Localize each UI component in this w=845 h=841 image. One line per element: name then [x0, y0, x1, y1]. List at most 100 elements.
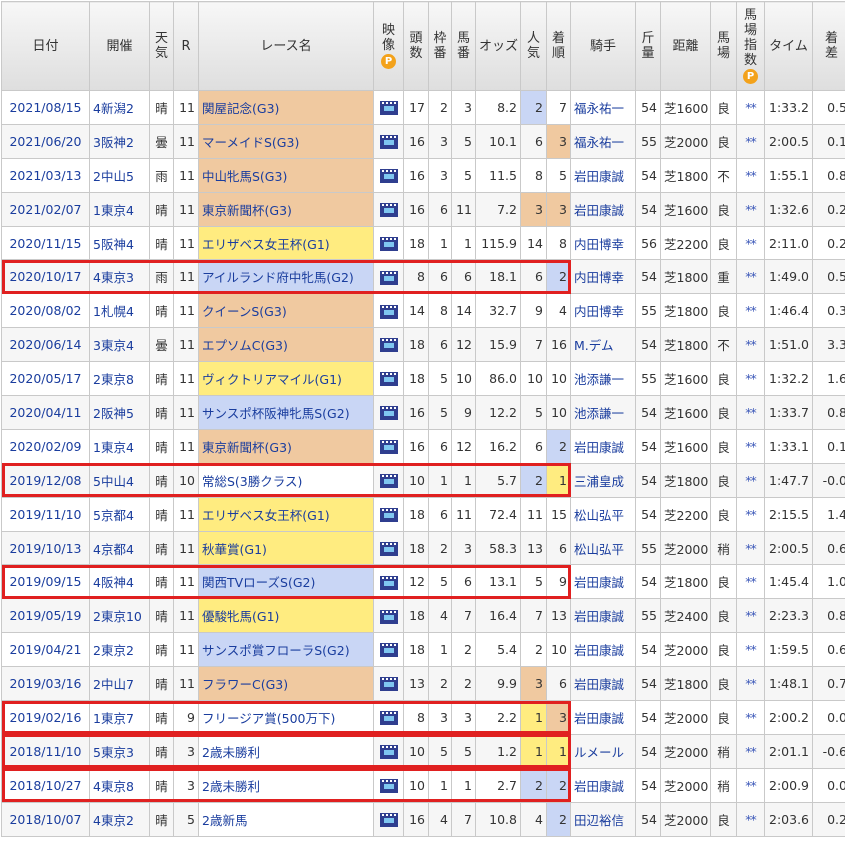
video-icon[interactable] [373, 598, 404, 634]
race-date-link[interactable]: 2019/03/16 [1, 666, 90, 702]
film-icon[interactable] [379, 643, 398, 658]
col-header-weather[interactable]: 天気 [149, 1, 174, 91]
video-icon[interactable] [373, 361, 404, 397]
race-date-link[interactable]: 2021/08/15 [1, 90, 90, 125]
venue-link[interactable]: 2中山5 [89, 157, 150, 193]
race-name-link[interactable]: 2歳未勝利 [198, 733, 374, 769]
venue-link[interactable]: 1東京7 [89, 700, 150, 735]
video-icon[interactable] [373, 767, 404, 803]
race-name-link[interactable]: 中山牝馬S(G3) [198, 157, 374, 193]
jockey-link[interactable]: 田辺裕信 [570, 801, 636, 837]
venue-link[interactable]: 4京都4 [89, 530, 150, 566]
race-name-label[interactable]: 関西TVローズS(G2) [202, 575, 315, 590]
film-icon[interactable] [379, 236, 398, 251]
film-icon[interactable] [379, 304, 398, 319]
venue-link[interactable]: 1東京4 [89, 428, 150, 464]
venue-link[interactable]: 1札幌4 [89, 293, 150, 329]
film-icon[interactable] [379, 711, 398, 726]
race-name-label[interactable]: エリザベス女王杯(G1) [202, 237, 330, 252]
jockey-link[interactable]: 岩田康誠 [570, 598, 636, 634]
race-date-link[interactable]: 2019/09/15 [1, 564, 90, 600]
col-header-margin[interactable]: 着差 [812, 1, 845, 91]
jockey-link[interactable]: 福永祐一 [570, 123, 636, 159]
race-name-label[interactable]: サンスポ杯阪神牝馬S(G2) [202, 406, 350, 421]
race-name-link[interactable]: 優駿牝馬(G1) [198, 598, 374, 634]
video-icon[interactable] [373, 564, 404, 600]
video-icon[interactable] [373, 462, 404, 498]
col-header-weight[interactable]: 斤量 [635, 1, 661, 91]
race-name-label[interactable]: 常総S(3勝クラス) [202, 474, 302, 489]
race-name-link[interactable]: クイーンS(G3) [198, 293, 374, 329]
jockey-link[interactable]: 内田博幸 [570, 293, 636, 329]
venue-link[interactable]: 2中山7 [89, 666, 150, 702]
race-date-link[interactable]: 2019/02/16 [1, 700, 90, 735]
race-name-label[interactable]: マーメイドS(G3) [202, 135, 299, 150]
col-header-track-index[interactable]: 馬場指数 P [736, 1, 765, 91]
race-date-link[interactable]: 2020/02/09 [1, 428, 90, 464]
film-icon[interactable] [379, 168, 398, 183]
race-name-label[interactable]: 中山牝馬S(G3) [202, 169, 287, 184]
col-header-finish[interactable]: 着順 [546, 1, 571, 91]
venue-link[interactable]: 3阪神2 [89, 123, 150, 159]
film-icon[interactable] [379, 135, 398, 150]
video-icon[interactable] [373, 530, 404, 566]
race-name-label[interactable]: エリザベス女王杯(G1) [202, 508, 330, 523]
video-icon[interactable] [373, 395, 404, 430]
col-header-distance[interactable]: 距離 [660, 1, 711, 91]
race-name-label[interactable]: 関屋記念(G3) [202, 101, 279, 116]
video-icon[interactable] [373, 123, 404, 159]
race-date-link[interactable]: 2021/06/20 [1, 123, 90, 159]
race-name-label[interactable]: 2歳未勝利 [202, 779, 260, 794]
video-icon[interactable] [373, 90, 404, 125]
venue-link[interactable]: 3東京4 [89, 327, 150, 363]
venue-link[interactable]: 2東京2 [89, 632, 150, 668]
race-date-link[interactable]: 2020/05/17 [1, 361, 90, 397]
venue-link[interactable]: 2東京8 [89, 361, 150, 397]
film-icon[interactable] [379, 473, 398, 488]
film-icon[interactable] [379, 372, 398, 387]
jockey-link[interactable]: 松山弘平 [570, 530, 636, 566]
col-header-video[interactable]: 映像 P [373, 1, 404, 91]
col-header-horse-number[interactable]: 馬番 [451, 1, 476, 91]
race-name-link[interactable]: 東京新聞杯(G3) [198, 191, 374, 227]
race-date-link[interactable]: 2020/04/11 [1, 395, 90, 430]
race-date-link[interactable]: 2019/12/08 [1, 462, 90, 498]
race-name-link[interactable]: 常総S(3勝クラス) [198, 462, 374, 498]
film-icon[interactable] [379, 745, 398, 760]
video-icon[interactable] [373, 496, 404, 532]
video-icon[interactable] [373, 428, 404, 464]
jockey-link[interactable]: 岩田康誠 [570, 564, 636, 600]
race-name-link[interactable]: 2歳新馬 [198, 801, 374, 837]
venue-link[interactable]: 5京都4 [89, 496, 150, 532]
jockey-link[interactable]: 岩田康誠 [570, 157, 636, 193]
race-name-link[interactable]: 秋華賞(G1) [198, 530, 374, 566]
video-icon[interactable] [373, 157, 404, 193]
race-date-link[interactable]: 2020/06/14 [1, 327, 90, 363]
jockey-link[interactable]: 内田博幸 [570, 225, 636, 261]
race-name-link[interactable]: マーメイドS(G3) [198, 123, 374, 159]
film-icon[interactable] [379, 270, 398, 285]
race-date-link[interactable]: 2019/04/21 [1, 632, 90, 668]
jockey-link[interactable]: 内田博幸 [570, 259, 636, 295]
video-icon[interactable] [373, 327, 404, 363]
jockey-link[interactable]: 岩田康誠 [570, 428, 636, 464]
race-date-link[interactable]: 2019/10/13 [1, 530, 90, 566]
film-icon[interactable] [379, 677, 398, 692]
venue-link[interactable]: 5東京3 [89, 733, 150, 769]
video-icon[interactable] [373, 259, 404, 295]
race-date-link[interactable]: 2021/03/13 [1, 157, 90, 193]
race-name-link[interactable]: 関西TVローズS(G2) [198, 564, 374, 600]
race-name-link[interactable]: エプソムC(G3) [198, 327, 374, 363]
venue-link[interactable]: 2東京10 [89, 598, 150, 634]
race-date-link[interactable]: 2018/10/07 [1, 801, 90, 837]
race-date-link[interactable]: 2019/05/19 [1, 598, 90, 634]
jockey-link[interactable]: 岩田康誠 [570, 632, 636, 668]
venue-link[interactable]: 4東京3 [89, 259, 150, 295]
race-name-link[interactable]: フラワーC(G3) [198, 666, 374, 702]
venue-link[interactable]: 1東京4 [89, 191, 150, 227]
jockey-link[interactable]: 岩田康誠 [570, 191, 636, 227]
race-name-label[interactable]: フリージア賞(500万下) [202, 711, 335, 726]
race-name-link[interactable]: サンスポ賞フローラS(G2) [198, 632, 374, 668]
jockey-link[interactable]: 岩田康誠 [570, 666, 636, 702]
race-name-link[interactable]: ヴィクトリアマイル(G1) [198, 361, 374, 397]
